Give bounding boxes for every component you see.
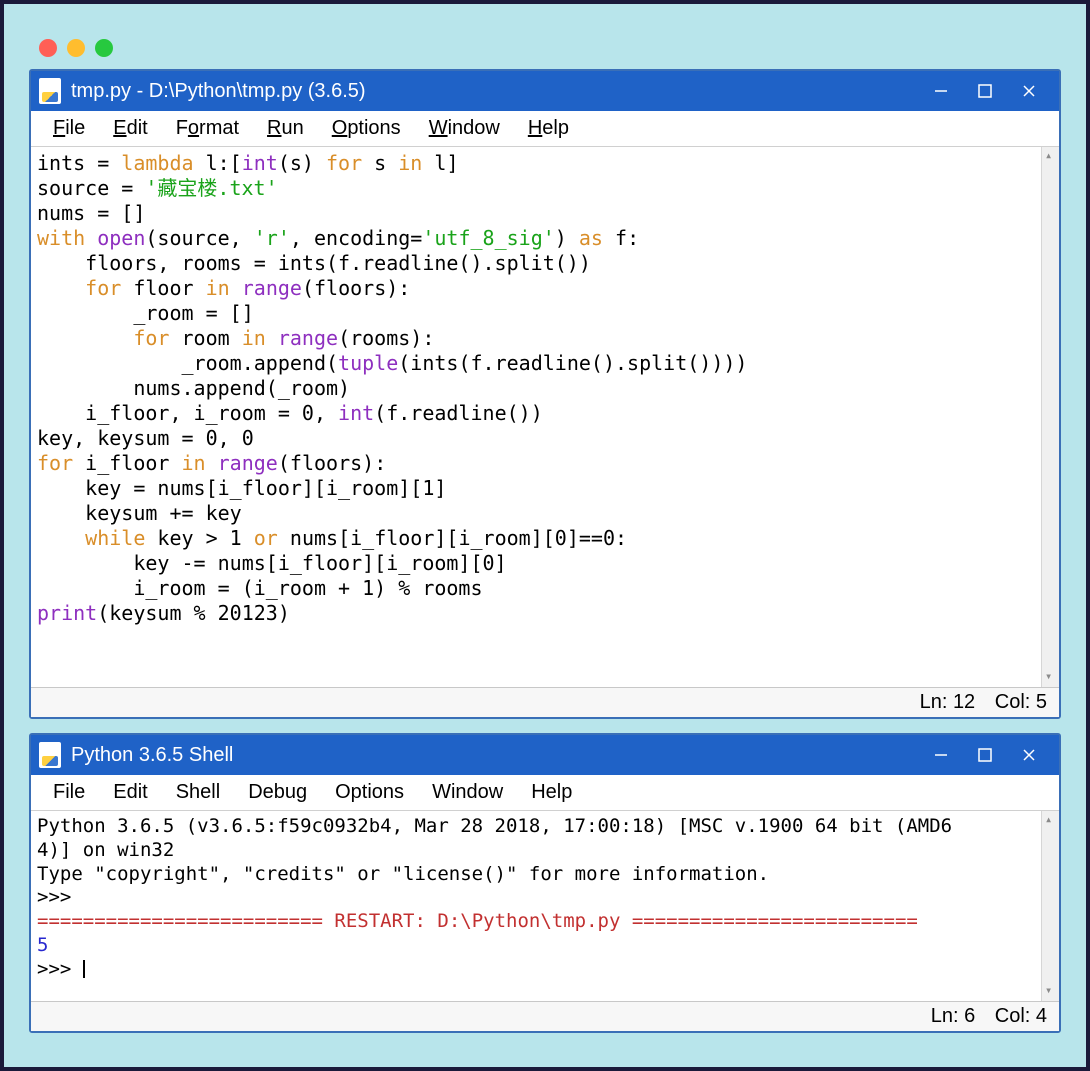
menu-window[interactable]: Window xyxy=(418,779,517,806)
shell-statusbar: Ln: 6 Col: 4 xyxy=(31,1001,1059,1031)
maximize-button[interactable] xyxy=(963,76,1007,106)
menu-help[interactable]: Help xyxy=(514,115,583,142)
python-file-icon xyxy=(39,78,61,104)
scroll-up-icon[interactable]: ▴ xyxy=(1045,813,1052,828)
editor-titlebar: tmp.py - D:\Python\tmp.py (3.6.5) xyxy=(31,71,1059,111)
scroll-down-icon[interactable]: ▾ xyxy=(1045,984,1052,999)
close-button[interactable] xyxy=(1007,740,1051,770)
menu-options[interactable]: Options xyxy=(318,115,415,142)
maximize-dot-icon[interactable] xyxy=(95,39,113,57)
editor-scrollbar[interactable]: ▴ ▾ xyxy=(1041,147,1059,687)
scroll-up-icon[interactable]: ▴ xyxy=(1045,149,1052,164)
close-dot-icon[interactable] xyxy=(39,39,57,57)
editor-menubar: File Edit Format Run Options Window Help xyxy=(31,111,1059,147)
minimize-dot-icon[interactable] xyxy=(67,39,85,57)
close-button[interactable] xyxy=(1007,76,1051,106)
idle-shell-window: Python 3.6.5 Shell File Edit Shell Debug… xyxy=(29,733,1061,1033)
status-line: Ln: 12 xyxy=(920,691,976,713)
editor-title: tmp.py - D:\Python\tmp.py (3.6.5) xyxy=(71,80,366,103)
minimize-button[interactable] xyxy=(919,76,963,106)
status-line: Ln: 6 xyxy=(931,1005,975,1027)
idle-editor-window: tmp.py - D:\Python\tmp.py (3.6.5) File E… xyxy=(29,69,1061,719)
menu-window[interactable]: Window xyxy=(415,115,514,142)
status-col: Col: 5 xyxy=(995,691,1047,713)
editor-statusbar: Ln: 12 Col: 5 xyxy=(31,687,1059,717)
menu-file[interactable]: File xyxy=(39,115,99,142)
text-cursor-icon xyxy=(83,960,85,978)
menu-run[interactable]: Run xyxy=(253,115,318,142)
menu-help[interactable]: Help xyxy=(517,779,586,806)
status-col: Col: 4 xyxy=(995,1005,1047,1027)
shell-titlebar: Python 3.6.5 Shell xyxy=(31,735,1059,775)
python-shell-icon xyxy=(39,742,61,768)
shell-scrollbar[interactable]: ▴ ▾ xyxy=(1041,811,1059,1001)
shell-title: Python 3.6.5 Shell xyxy=(71,744,233,767)
menu-edit[interactable]: Edit xyxy=(99,779,161,806)
shell-content[interactable]: Python 3.6.5 (v3.6.5:f59c0932b4, Mar 28 … xyxy=(31,811,1041,1001)
shell-output[interactable]: Python 3.6.5 (v3.6.5:f59c0932b4, Mar 28 … xyxy=(31,811,1059,1001)
minimize-button[interactable] xyxy=(919,740,963,770)
menu-edit[interactable]: Edit xyxy=(99,115,161,142)
menu-file[interactable]: File xyxy=(39,779,99,806)
mac-traffic-lights xyxy=(29,29,1061,69)
scroll-down-icon[interactable]: ▾ xyxy=(1045,670,1052,685)
shell-menubar: File Edit Shell Debug Options Window Hel… xyxy=(31,775,1059,811)
menu-format[interactable]: Format xyxy=(162,115,253,142)
menu-shell[interactable]: Shell xyxy=(162,779,234,806)
menu-debug[interactable]: Debug xyxy=(234,779,321,806)
code-editor[interactable]: ints = lambda l:[int(s) for s in l] sour… xyxy=(31,147,1059,687)
menu-options[interactable]: Options xyxy=(321,779,418,806)
code-content[interactable]: ints = lambda l:[int(s) for s in l] sour… xyxy=(31,147,1041,687)
maximize-button[interactable] xyxy=(963,740,1007,770)
